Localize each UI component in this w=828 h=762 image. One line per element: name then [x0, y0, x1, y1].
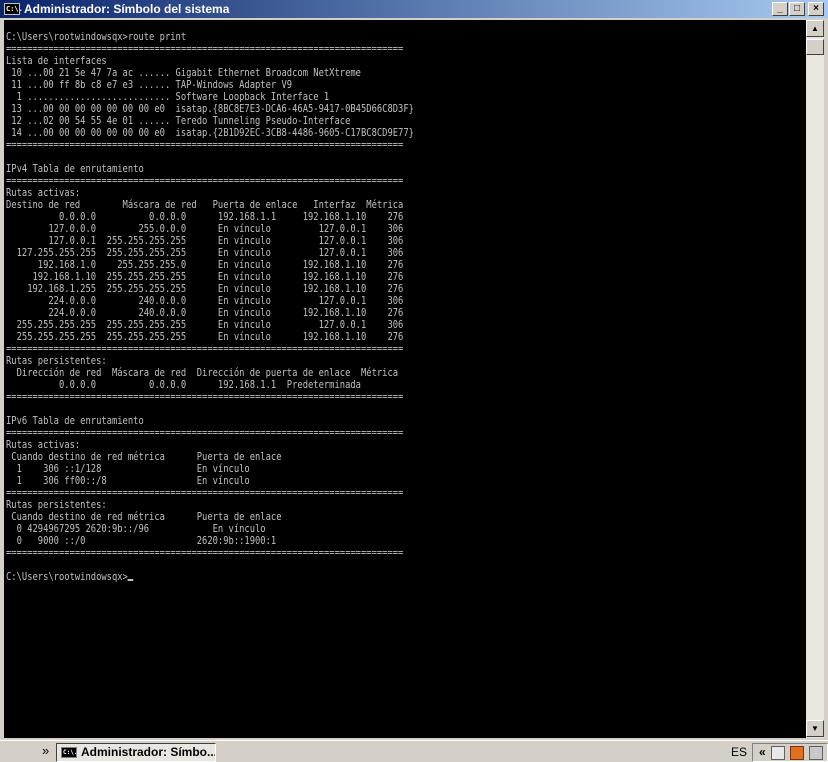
cmd-icon: C:\.: [61, 747, 78, 758]
system-tray: «: [752, 743, 828, 762]
taskbar: » C:\. Administrador: Símbo... ES «: [0, 740, 828, 762]
language-indicator[interactable]: ES: [731, 745, 747, 759]
volume-icon[interactable]: [809, 746, 823, 760]
scroll-down-button[interactable]: ▼: [806, 720, 824, 737]
quick-launch-chevron[interactable]: »: [42, 743, 49, 758]
monitor-icon[interactable]: [771, 746, 785, 760]
cmd-icon[interactable]: C:\.: [4, 3, 23, 15]
console-line: ========================================…: [6, 546, 404, 559]
maximize-button[interactable]: □: [789, 2, 805, 16]
console-window: C:\. Administrador: Símbolo del sistema …: [0, 0, 828, 740]
console-line: ========================================…: [6, 138, 404, 151]
text-cursor: [127, 579, 134, 581]
scroll-up-button[interactable]: ▲: [806, 20, 824, 37]
console-line: C:\Users\rootwindowsqx>: [6, 570, 128, 583]
window-title: Administrador: Símbolo del sistema: [24, 2, 230, 16]
taskbar-item-label: Administrador: Símbo...: [81, 745, 216, 759]
console-line: ========================================…: [6, 390, 404, 403]
close-button[interactable]: ×: [808, 2, 824, 16]
taskbar-item-cmd[interactable]: C:\. Administrador: Símbo...: [56, 743, 216, 762]
scroll-thumb[interactable]: [806, 39, 824, 55]
title-bar[interactable]: C:\. Administrador: Símbolo del sistema …: [0, 0, 828, 18]
vertical-scrollbar[interactable]: ▲ ▼: [806, 20, 824, 738]
tray-expand-chevron[interactable]: «: [759, 745, 766, 759]
console-text: C:\Users\rootwindowsqx>route print =====…: [6, 31, 414, 583]
minimize-button[interactable]: _: [772, 2, 788, 16]
network-icon[interactable]: [790, 746, 804, 760]
console-output-area[interactable]: C:\Users\rootwindowsqx>route print =====…: [4, 20, 806, 738]
